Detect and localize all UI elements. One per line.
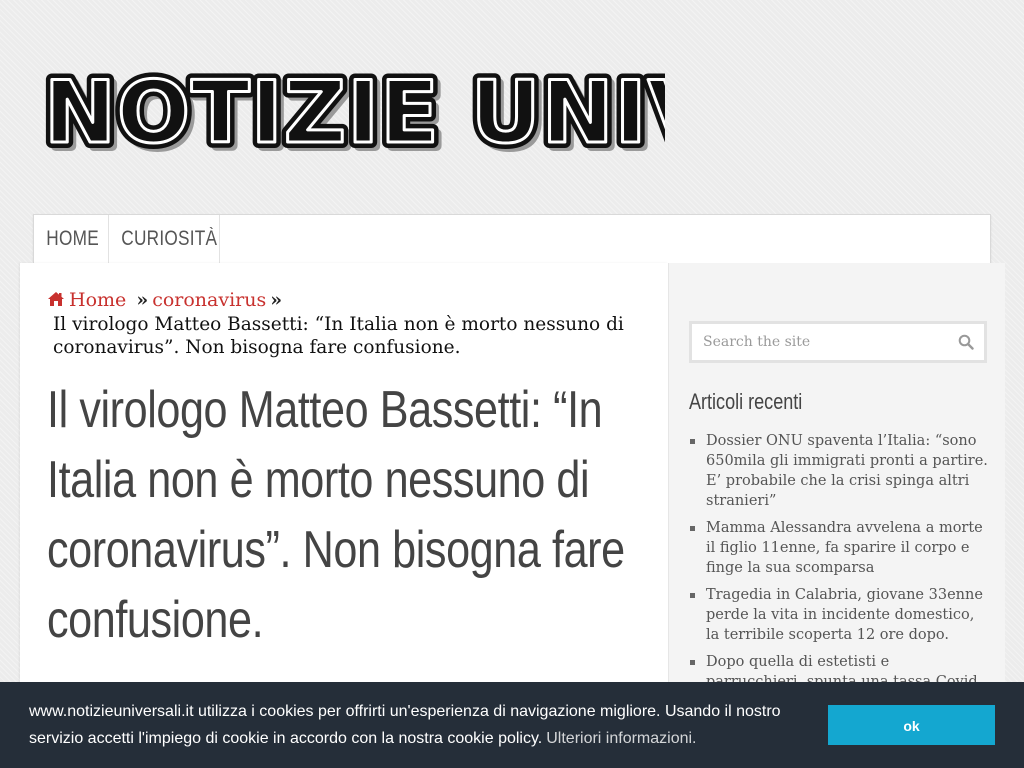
nav-item-home[interactable]: HOME — [34, 215, 109, 263]
breadcrumb-home-link[interactable]: Home — [47, 289, 132, 311]
logo-graphic: NOTIZIE UNIVERSALI NOTIZIE UNIVERSALI NO… — [40, 62, 665, 158]
recent-post-link[interactable]: Mamma Alessandra avvelena a morte il fig… — [706, 520, 983, 576]
breadcrumb-category-link[interactable]: coronavirus — [152, 289, 266, 311]
breadcrumb-home-label[interactable]: Home — [69, 289, 126, 311]
logo-text: NOTIZIE UNIVERSALI — [44, 63, 665, 158]
list-item[interactable]: Tragedia in Calabria, giovane 33enne per… — [689, 585, 989, 645]
cookie-ok-button[interactable]: ok — [828, 705, 995, 745]
list-item[interactable]: Mamma Alessandra avvelena a morte il fig… — [689, 518, 989, 578]
breadcrumb-separator: » — [136, 289, 149, 311]
breadcrumb: Home » coronavirus» Il virologo Matteo Ba… — [47, 289, 647, 359]
home-icon — [48, 292, 64, 306]
list-item[interactable]: Dossier ONU spaventa l’Italia: “sono 650… — [689, 431, 989, 511]
nav-item-curiosita[interactable]: CURIOSITÀ — [109, 215, 220, 263]
search-input[interactable] — [692, 324, 942, 360]
search-form — [689, 321, 987, 363]
main-navigation: HOME CURIOSITÀ — [33, 214, 991, 264]
search-icon[interactable] — [958, 334, 974, 350]
recent-post-link[interactable]: Dossier ONU spaventa l’Italia: “sono 650… — [706, 433, 988, 509]
cookie-consent-bar: www.notizieuniversali.it utilizza i cook… — [0, 682, 1024, 768]
nav-item-home-label[interactable]: HOME — [34, 215, 98, 263]
site-logo[interactable]: NOTIZIE UNIVERSALI NOTIZIE UNIVERSALI NO… — [40, 62, 665, 158]
nav-item-curiosita-label[interactable]: CURIOSITÀ — [109, 215, 217, 263]
article-title: Il virologo Matteo Bassetti: “In Italia … — [47, 381, 625, 649]
cookie-message-container: www.notizieuniversali.it utilizza i cook… — [29, 698, 829, 752]
cookie-more-info-link[interactable]: Ulteriori informazioni. — [546, 730, 696, 747]
breadcrumb-current: Il virologo Matteo Bassetti: “In Italia … — [53, 314, 624, 358]
recent-posts-title: Articoli recenti — [689, 389, 803, 414]
breadcrumb-separator: » — [270, 289, 283, 311]
recent-post-link[interactable]: Tragedia in Calabria, giovane 33enne per… — [706, 587, 983, 643]
recent-posts-list: Dossier ONU spaventa l’Italia: “sono 650… — [689, 431, 989, 719]
